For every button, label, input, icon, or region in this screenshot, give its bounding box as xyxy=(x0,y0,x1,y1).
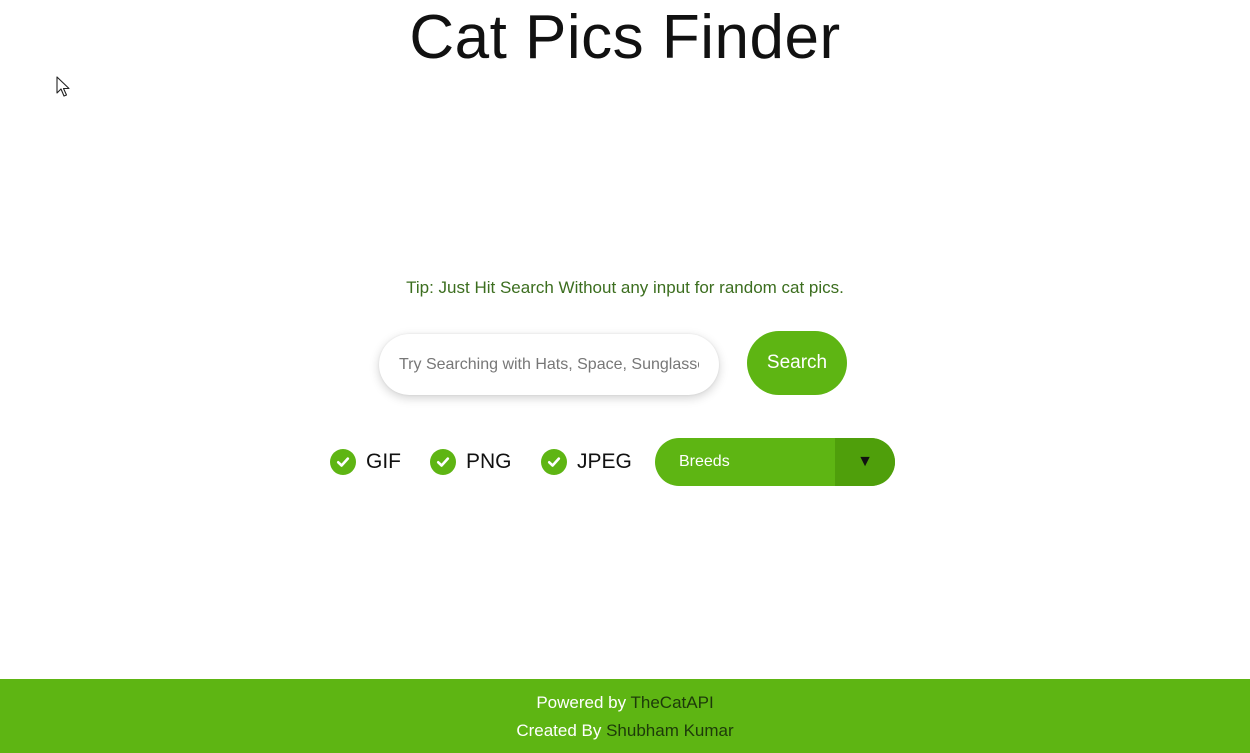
footer-created-prefix: Created By xyxy=(516,721,607,740)
filter-png-checkbox[interactable]: PNG xyxy=(430,449,512,475)
footer-powered-line: Powered by TheCatAPI xyxy=(0,693,1250,713)
check-circle-icon xyxy=(330,449,356,475)
triangle-down-icon[interactable]: ▼ xyxy=(835,438,895,486)
filter-gif-label: GIF xyxy=(366,450,401,473)
mouse-cursor-icon xyxy=(56,76,70,97)
footer-created-line: Created By Shubham Kumar xyxy=(0,721,1250,741)
check-circle-icon xyxy=(541,449,567,475)
filter-jpeg-label: JPEG xyxy=(577,450,632,473)
filter-png-label: PNG xyxy=(466,450,512,473)
filter-gif-checkbox[interactable]: GIF xyxy=(330,449,401,475)
filter-jpeg-checkbox[interactable]: JPEG xyxy=(541,449,632,475)
footer: Powered by TheCatAPI Created By Shubham … xyxy=(0,679,1250,753)
breeds-selected-value: Breeds xyxy=(679,453,730,470)
check-circle-icon xyxy=(430,449,456,475)
page-title: Cat Pics Finder xyxy=(409,3,841,72)
breeds-dropdown[interactable]: Breeds ▼ xyxy=(655,438,895,486)
tip-text: Tip: Just Hit Search Without any input f… xyxy=(406,278,844,297)
thecatapi-link[interactable]: TheCatAPI xyxy=(631,693,714,712)
search-input[interactable] xyxy=(379,334,719,395)
search-button[interactable]: Search xyxy=(747,331,847,395)
author-link[interactable]: Shubham Kumar xyxy=(606,721,734,740)
page: Cat Pics Finder Tip: Just Hit Search Wit… xyxy=(0,0,1250,753)
footer-powered-prefix: Powered by xyxy=(536,693,631,712)
